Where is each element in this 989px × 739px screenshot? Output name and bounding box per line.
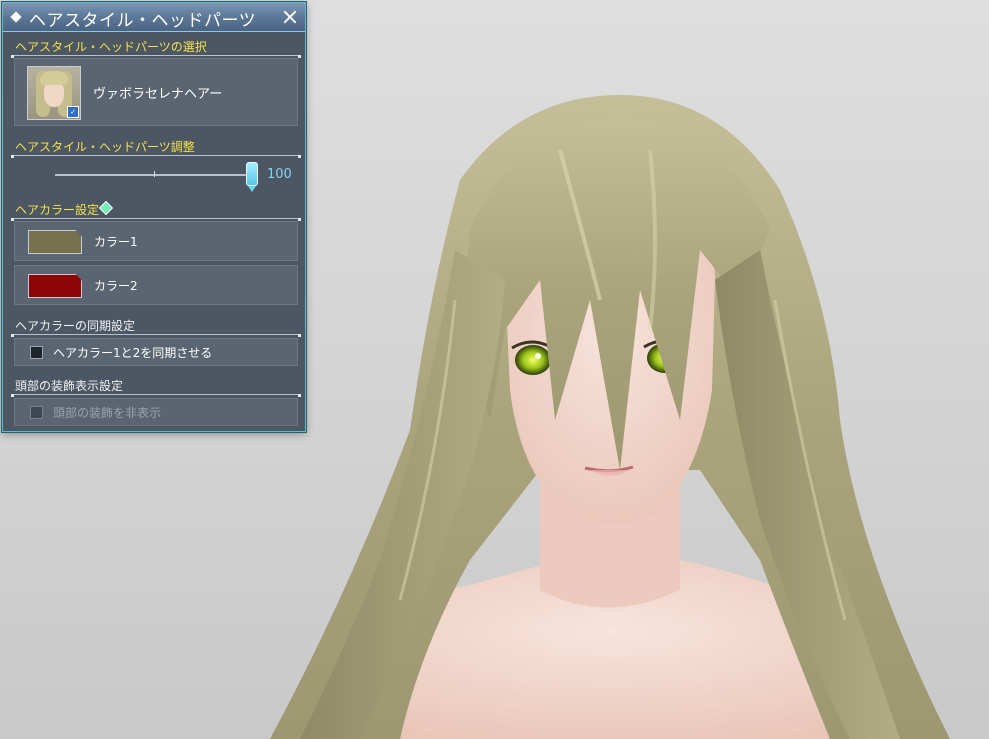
panel-titlebar[interactable]: ヘアスタイル・ヘッドパーツ [3, 3, 305, 32]
character-left-eye [515, 345, 551, 375]
hide-head-decoration-option: 頭部の装飾を非表示 [14, 398, 298, 426]
color-1-swatch [28, 230, 82, 254]
section-hair-color: ヘアカラー設定 [11, 200, 301, 221]
panel-title: ヘアスタイル・ヘッドパーツ [29, 11, 257, 31]
hairstyle-panel: ヘアスタイル・ヘッドパーツ ヘアスタイル・ヘッドパーツの選択 ✓ ヴァボラセレナ… [2, 2, 306, 432]
color-2-swatch [28, 274, 82, 298]
section-heading: ヘアカラーの同期設定 [15, 319, 136, 333]
sync-colors-checkbox[interactable] [30, 346, 43, 359]
sync-colors-label: ヘアカラー1と2を同期させる [53, 346, 213, 360]
section-hairstyle-selection: ヘアスタイル・ヘッドパーツの選択 [11, 37, 301, 58]
hide-head-decoration-checkbox [30, 406, 43, 419]
section-heading: ヘアスタイル・ヘッドパーツ調整 [15, 140, 195, 154]
hide-head-decoration-label: 頭部の装飾を非表示 [53, 406, 162, 420]
section-heading: ヘアスタイル・ヘッドパーツの選択 [15, 40, 207, 54]
hairstyle-select-button[interactable]: ✓ ヴァボラセレナヘアー [14, 58, 298, 126]
hair-color-1-button[interactable]: カラー1 [14, 221, 298, 261]
slider-center-tick [154, 171, 155, 177]
adjust-slider-value: 100 [267, 167, 292, 182]
hair-color-2-button[interactable]: カラー2 [14, 265, 298, 305]
section-hairstyle-adjust: ヘアスタイル・ヘッドパーツ調整 [11, 137, 301, 158]
hairstyle-name: ヴァボラセレナヘアー [93, 87, 223, 102]
section-heading: 頭部の装飾表示設定 [15, 379, 124, 393]
section-color-sync: ヘアカラーの同期設定 [11, 316, 301, 337]
adjust-slider-track[interactable] [55, 174, 251, 176]
color-1-label: カラー1 [94, 235, 138, 249]
sync-colors-option[interactable]: ヘアカラー1と2を同期させる [14, 338, 298, 366]
section-heading: ヘアカラー設定 [15, 200, 114, 218]
color-2-label: カラー2 [94, 279, 138, 293]
badge-icon: ✓ [67, 106, 79, 118]
adjust-slider-handle[interactable] [246, 162, 258, 192]
hairstyle-thumbnail: ✓ [27, 66, 81, 120]
close-icon[interactable] [281, 8, 299, 26]
diamond-icon [10, 11, 22, 23]
section-head-decoration: 頭部の装飾表示設定 [11, 376, 301, 397]
gem-icon [98, 200, 114, 216]
